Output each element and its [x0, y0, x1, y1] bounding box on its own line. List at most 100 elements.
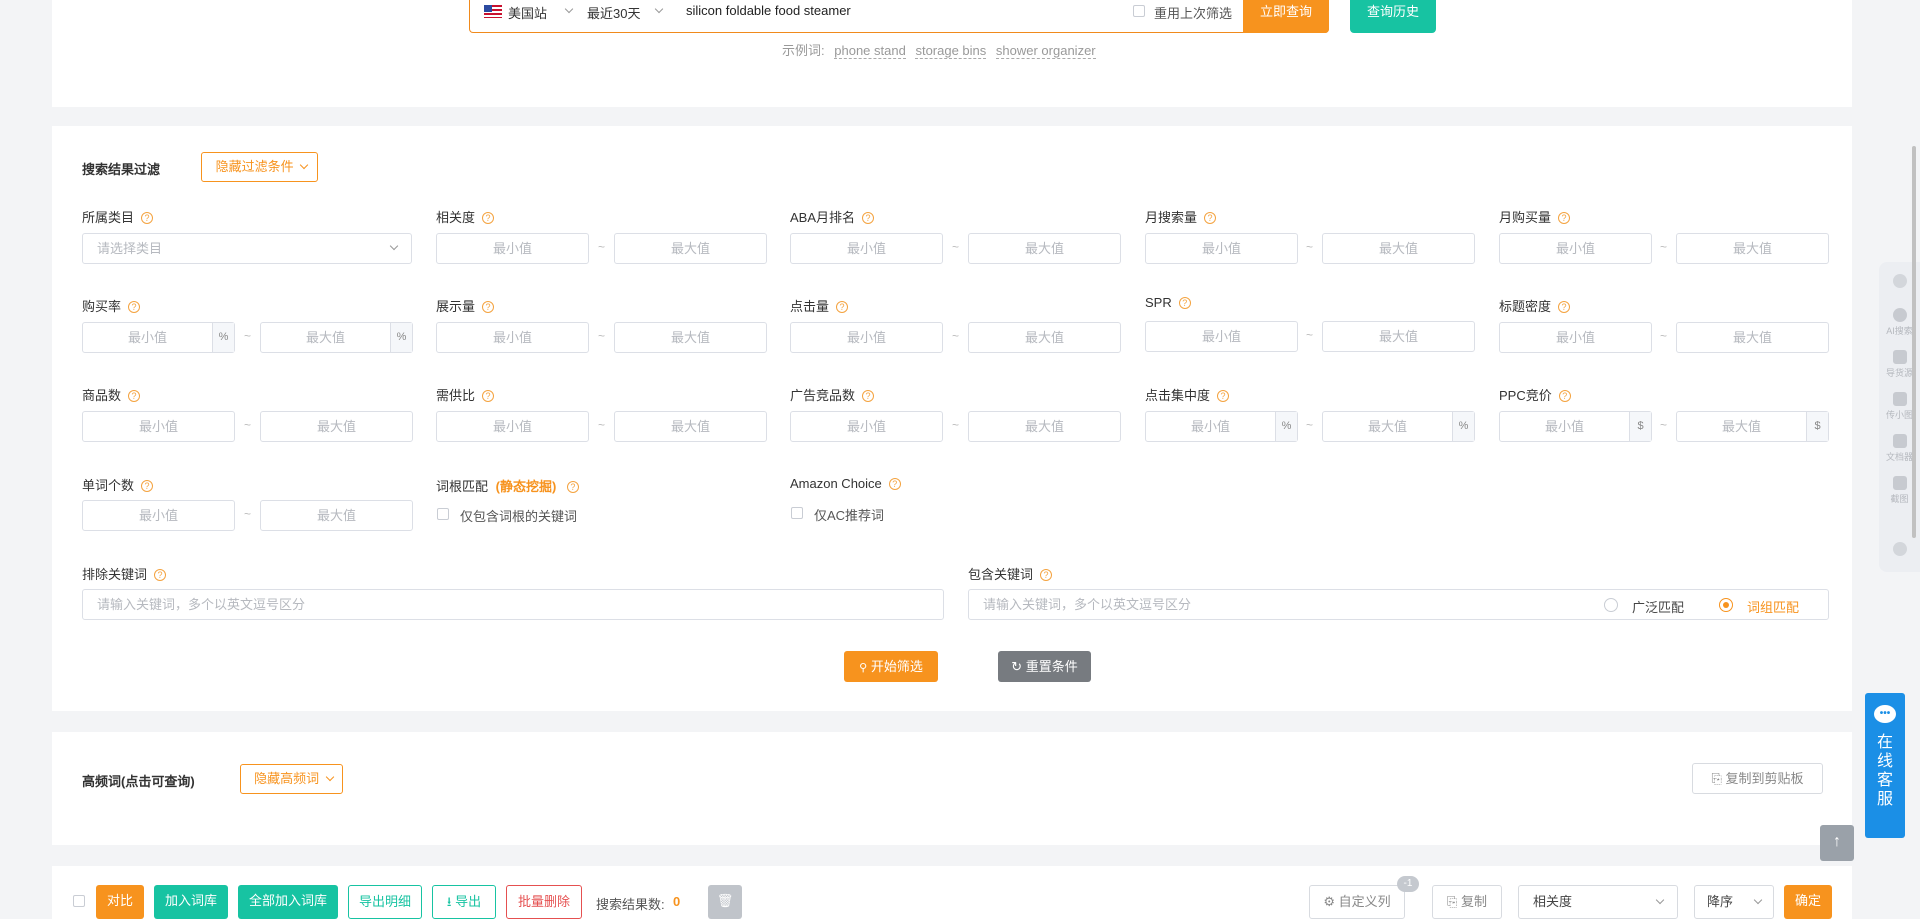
reuse-filter-checkbox[interactable]: [1133, 5, 1145, 17]
relevance-min-input[interactable]: 最小值: [436, 233, 589, 264]
help-icon[interactable]: ?: [1040, 569, 1053, 581]
compare-button[interactable]: 对比: [96, 885, 144, 919]
impressions-max-input[interactable]: 最大值: [614, 322, 767, 353]
word-count-max-input[interactable]: 最大值: [260, 500, 413, 531]
help-icon[interactable]: ?: [1558, 390, 1571, 402]
help-icon[interactable]: ?: [1204, 212, 1217, 224]
source-icon: [1892, 350, 1907, 364]
help-icon[interactable]: ?: [128, 301, 141, 313]
example-keywords: 示例词: phone stand storage bins shower org…: [782, 40, 1096, 59]
category-select[interactable]: 请选择类目: [82, 233, 412, 264]
reset-filter-button[interactable]: ↻ 重置条件: [998, 651, 1091, 682]
phrase-match-radio[interactable]: [1719, 598, 1733, 612]
product-count-max-input[interactable]: 最大值: [260, 411, 413, 442]
purchase-rate-max-input[interactable]: 最大值%: [260, 322, 413, 353]
help-icon[interactable]: ?: [862, 212, 875, 224]
ppc-bid-min-input[interactable]: 最小值 $: [1499, 411, 1652, 442]
label-product-count: 商品数?: [82, 385, 141, 404]
root-match-checkbox[interactable]: [437, 508, 449, 520]
help-icon[interactable]: ?: [836, 301, 849, 313]
start-filter-button[interactable]: ⚲ 开始筛选: [844, 651, 938, 682]
site-select[interactable]: 美国站: [508, 3, 547, 22]
sort-field-select[interactable]: 相关度: [1518, 885, 1678, 919]
add-all-to-library-button[interactable]: 全部加入词库: [238, 885, 338, 919]
ad-products-min-input[interactable]: 最小值: [790, 411, 943, 442]
help-icon[interactable]: ?: [888, 478, 901, 490]
help-icon[interactable]: ?: [482, 301, 495, 313]
period-select[interactable]: 最近30天: [587, 3, 640, 22]
search-submit-button[interactable]: 立即查询: [1243, 0, 1329, 33]
monthly-search-min-input[interactable]: 最小值: [1145, 233, 1298, 264]
purchase-rate-min-input[interactable]: 最小值%: [82, 322, 235, 353]
help-icon[interactable]: ?: [482, 390, 495, 402]
hide-filters-label: 隐藏过滤条件: [215, 159, 294, 174]
monthly-purchase-min-input[interactable]: 最小值: [1499, 233, 1652, 264]
back-to-top-button[interactable]: ↑: [1820, 825, 1854, 861]
clicks-max-input[interactable]: 最大值: [968, 322, 1121, 353]
clicks-min-input[interactable]: 最小值: [790, 322, 943, 353]
help-icon[interactable]: ?: [1558, 301, 1571, 313]
example-keyword-link[interactable]: shower organizer: [995, 43, 1096, 59]
category-placeholder: 请选择类目: [97, 241, 163, 256]
monthly-purchase-max-input[interactable]: 最大值: [1676, 233, 1829, 264]
online-service-label: 在线客服: [1876, 734, 1893, 808]
relevance-max-input[interactable]: 最大值: [614, 233, 767, 264]
help-icon[interactable]: ?: [1558, 212, 1571, 224]
copy-clipboard-button[interactable]: ⎘ 复制到剪贴板: [1692, 763, 1823, 794]
impressions-min-input[interactable]: 最小值: [436, 322, 589, 353]
word-count-min-input[interactable]: 最小值: [82, 500, 235, 531]
chevron-down-icon: [300, 160, 309, 170]
sort-order-select[interactable]: 降序: [1694, 885, 1774, 919]
product-count-min-input[interactable]: 最小值: [82, 411, 235, 442]
query-history-button[interactable]: 查询历史: [1350, 0, 1436, 33]
include-keywords-input[interactable]: 请输入关键词，多个以英文逗号区分: [968, 589, 1829, 620]
exclude-keywords-input[interactable]: 请输入关键词，多个以英文逗号区分: [82, 589, 944, 620]
aba-rank-min-input[interactable]: 最小值: [790, 233, 943, 264]
supply-demand-max-input[interactable]: 最大值: [614, 411, 767, 442]
period-chevron-icon[interactable]: [654, 4, 664, 14]
copy-button[interactable]: ⎘ 复制: [1432, 885, 1502, 919]
ppc-bid-max-input[interactable]: 最大值 $: [1676, 411, 1829, 442]
title-density-max-input[interactable]: 最大值: [1676, 322, 1829, 353]
export-detail-button[interactable]: 导出明细: [348, 885, 422, 919]
scrollbar-thumb[interactable]: [1912, 146, 1916, 538]
hide-frequent-button[interactable]: 隐藏高频词: [240, 764, 343, 794]
search-input[interactable]: silicon foldable food steamer: [686, 3, 851, 18]
ad-products-max-input[interactable]: 最大值: [968, 411, 1121, 442]
help-icon[interactable]: ?: [154, 569, 167, 581]
add-to-library-button[interactable]: 加入词库: [154, 885, 228, 919]
refresh-icon: ↻: [1011, 659, 1023, 674]
example-keyword-link[interactable]: phone stand: [834, 43, 906, 59]
help-icon[interactable]: ?: [1178, 297, 1191, 309]
help-icon[interactable]: ?: [141, 480, 154, 492]
export-button[interactable]: ⭳ 导出: [432, 885, 496, 919]
supply-demand-min-input[interactable]: 最小值: [436, 411, 589, 442]
monthly-search-max-input[interactable]: 最大值: [1322, 233, 1475, 264]
aba-rank-max-input[interactable]: 最大值: [968, 233, 1121, 264]
ac-only-checkbox[interactable]: [791, 507, 803, 519]
help-icon[interactable]: ?: [141, 212, 154, 224]
spr-min-input[interactable]: 最小值: [1145, 321, 1298, 352]
batch-delete-button[interactable]: 批量删除: [506, 885, 582, 919]
select-all-checkbox[interactable]: [73, 895, 85, 907]
camera-icon: [1892, 476, 1907, 490]
click-concentration-min-input[interactable]: 最小值%: [1145, 411, 1298, 442]
help-icon[interactable]: ?: [566, 481, 579, 493]
broad-match-radio[interactable]: [1604, 598, 1618, 612]
confirm-button[interactable]: 确定: [1784, 885, 1832, 919]
online-service-button[interactable]: ••• 在线客服: [1865, 693, 1905, 838]
help-icon[interactable]: ?: [1217, 390, 1230, 402]
example-keyword-link[interactable]: storage bins: [915, 43, 987, 59]
help-icon[interactable]: ?: [482, 212, 495, 224]
spr-max-input[interactable]: 最大值: [1322, 321, 1475, 352]
title-density-min-input[interactable]: 最小值: [1499, 322, 1652, 353]
help-icon[interactable]: ?: [128, 390, 141, 402]
range-dash: ~: [598, 329, 606, 343]
hide-filters-button[interactable]: 隐藏过滤条件: [201, 152, 318, 182]
trash-button[interactable]: 🗑: [708, 885, 742, 919]
help-icon[interactable]: ?: [862, 390, 875, 402]
click-concentration-max-input[interactable]: 最大值%: [1322, 411, 1475, 442]
custom-columns-button[interactable]: ⚙ 自定义列: [1309, 885, 1405, 919]
site-chevron-icon[interactable]: [564, 4, 574, 14]
settings-icon[interactable]: [1879, 542, 1920, 558]
